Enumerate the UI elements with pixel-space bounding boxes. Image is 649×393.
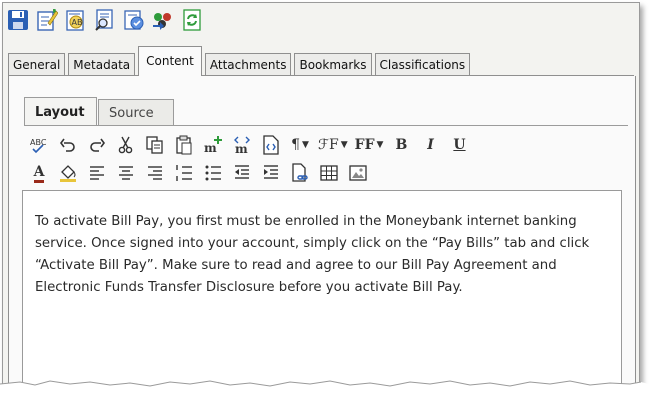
align-center-icon (119, 166, 133, 180)
numbered-list-button[interactable] (173, 162, 195, 184)
outdent-icon (235, 165, 249, 179)
bullet-list-button[interactable] (202, 162, 224, 184)
italic-icon: I (427, 137, 434, 153)
editor-content: To activate Bill Pay, you first must be … (35, 214, 590, 295)
refresh-icon (183, 9, 201, 31)
insert-table-button[interactable] (318, 162, 340, 184)
tab-layout[interactable]: Layout (24, 97, 97, 126)
main-toolbar: AB (6, 6, 204, 34)
code-icon (263, 135, 279, 155)
insert-field-icon: m (204, 136, 222, 155)
font-family-dropdown[interactable]: ℱF ▼ (318, 134, 348, 156)
image-icon (349, 165, 367, 181)
field-properties-icon: m (234, 136, 250, 155)
align-right-icon (148, 166, 162, 180)
redo-icon (90, 138, 105, 152)
move-icon (153, 13, 171, 30)
editor-mode-tabs: Layout Source (24, 97, 175, 126)
bold-button[interactable]: B (390, 134, 412, 156)
insert-image-button[interactable] (347, 162, 369, 184)
editor-toolbar-row-1: ABC m m ¶ ▼ ℱF ▼ FF ▼ B I U (28, 133, 477, 157)
svg-text:m: m (235, 142, 248, 155)
subtabs-divider (24, 125, 628, 126)
table-icon (320, 165, 338, 181)
redo-button[interactable] (86, 134, 108, 156)
edit-properties-icon (37, 9, 58, 31)
torn-edge (0, 380, 649, 393)
edit-properties-button[interactable] (35, 8, 59, 32)
tab-general[interactable]: General (8, 53, 66, 76)
main-tabs: General Metadata Content Attachments Boo… (8, 44, 473, 76)
preview-icon (95, 9, 113, 31)
workflow-icon (124, 10, 144, 30)
paragraph-icon: ¶ (291, 137, 300, 153)
tab-attachments[interactable]: Attachments (204, 53, 292, 76)
font-size-dropdown[interactable]: FF ▼ (355, 134, 384, 156)
translate-button[interactable]: AB (64, 8, 88, 32)
svg-text:m: m (204, 141, 217, 155)
scissors-icon (118, 136, 133, 154)
insert-code-button[interactable] (260, 134, 282, 156)
copy-button[interactable] (144, 134, 166, 156)
spell-check-icon: ABC (30, 138, 47, 154)
workflow-button[interactable] (122, 8, 146, 32)
preview-button[interactable] (93, 8, 117, 32)
refresh-button[interactable] (180, 8, 204, 32)
save-icon (8, 10, 28, 30)
font-family-icon: ℱF (318, 137, 339, 153)
paragraph-format-dropdown[interactable]: ¶ ▼ (289, 134, 311, 156)
move-button[interactable] (151, 8, 175, 32)
align-center-button[interactable] (115, 162, 137, 184)
link-icon (292, 163, 308, 182)
underline-icon: U (453, 137, 466, 153)
rich-text-editor[interactable]: To activate Bill Pay, you first must be … (22, 190, 622, 385)
indent-icon (264, 165, 278, 179)
bullet-list-icon (205, 165, 221, 181)
numbered-list-icon (176, 165, 192, 181)
align-left-icon (90, 166, 104, 180)
spell-check-button[interactable]: ABC (28, 134, 50, 156)
insert-link-button[interactable] (289, 162, 311, 184)
field-properties-button[interactable]: m (231, 134, 253, 156)
editor-toolbar-row-2: A (28, 161, 477, 185)
tab-content[interactable]: Content (138, 46, 202, 76)
font-color-icon: A (33, 164, 45, 183)
chevron-down-icon: ▼ (376, 140, 384, 150)
paint-bucket-icon (60, 165, 76, 182)
underline-button[interactable]: U (448, 134, 470, 156)
bold-icon: B (395, 137, 408, 153)
cut-button[interactable] (115, 134, 137, 156)
paste-icon (176, 135, 192, 155)
italic-button[interactable]: I (419, 134, 441, 156)
chevron-down-icon: ▼ (302, 140, 309, 150)
paste-button[interactable] (173, 134, 195, 156)
insert-field-button[interactable]: m (202, 134, 224, 156)
outdent-button[interactable] (231, 162, 253, 184)
font-size-icon: FF (354, 137, 375, 153)
undo-icon (60, 138, 75, 152)
tab-source[interactable]: Source (98, 99, 174, 126)
align-left-button[interactable] (86, 162, 108, 184)
svg-text:ABC: ABC (30, 138, 47, 147)
chevron-down-icon: ▼ (340, 140, 348, 150)
font-color-button[interactable]: A (28, 162, 50, 184)
editor-toolbar: ABC m m ¶ ▼ ℱF ▼ FF ▼ B I U A (28, 133, 477, 189)
tab-bookmarks[interactable]: Bookmarks (294, 53, 372, 76)
indent-button[interactable] (260, 162, 282, 184)
save-button[interactable] (6, 8, 30, 32)
tab-classifications[interactable]: Classifications (374, 53, 471, 76)
align-right-button[interactable] (144, 162, 166, 184)
translate-icon: AB (66, 10, 84, 31)
copy-icon (146, 136, 163, 154)
tab-metadata[interactable]: Metadata (68, 53, 136, 76)
undo-button[interactable] (57, 134, 79, 156)
highlight-color-button[interactable] (57, 162, 79, 184)
svg-text:AB: AB (72, 18, 83, 27)
